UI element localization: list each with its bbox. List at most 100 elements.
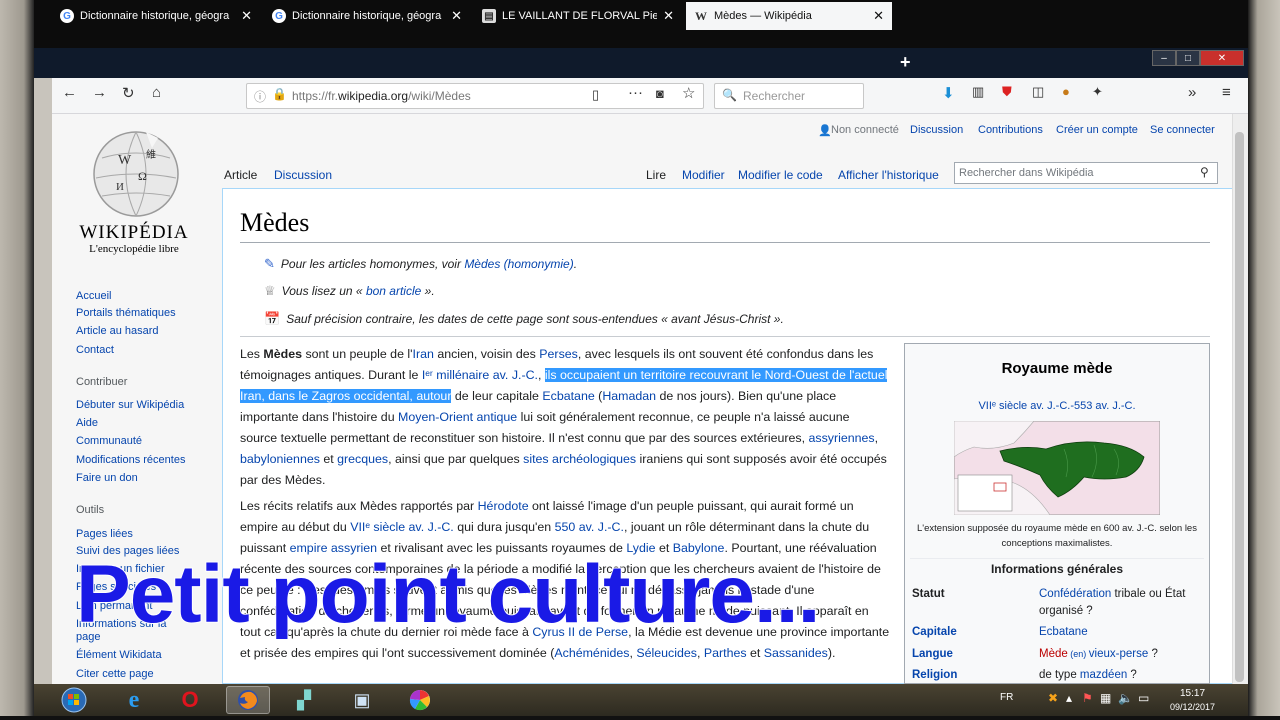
link-seleucides[interactable]: Séleucides xyxy=(636,646,697,660)
reader-view-icon[interactable]: ▯ xyxy=(592,87,599,103)
bookmark-star-icon[interactable]: ☆ xyxy=(682,84,695,102)
good-article-link[interactable]: bon article xyxy=(366,284,421,298)
new-tab-button[interactable]: + xyxy=(900,52,911,73)
infobox-period-link[interactable]: VIIᵉ siècle av. J.-C.-553 av. J.-C. xyxy=(904,400,1210,412)
wikipedia-wordmark[interactable]: WIKIPÉDIA xyxy=(74,222,194,244)
link-assyriennes[interactable]: assyriennes xyxy=(809,431,875,445)
infobox-label-language[interactable]: Langue xyxy=(912,648,953,660)
pocket-icon[interactable]: ◙ xyxy=(656,86,664,101)
link-parthes[interactable]: Parthes xyxy=(704,646,747,660)
browser-tab-3[interactable]: ▤ LE VAILLANT DE FLORVAL Pier ✕ xyxy=(474,2,682,30)
page-actions-icon[interactable]: ··· xyxy=(628,84,643,101)
overflow-chevron-icon[interactable]: » xyxy=(1188,84,1196,101)
link-sassanides[interactable]: Sassanides xyxy=(764,646,828,660)
browser-tab-2[interactable]: G Dictionnaire historique, géogra ✕ xyxy=(264,2,470,30)
link-mede-language[interactable]: Mède xyxy=(1039,648,1068,660)
firefox-icon[interactable] xyxy=(226,686,270,714)
link-550[interactable]: 550 av. J.-C. xyxy=(555,520,624,534)
sidebar-item-wikidata[interactable]: Élément Wikidata xyxy=(76,649,162,661)
link-ecbatane[interactable]: Ecbatane xyxy=(542,389,594,403)
link-moyen-orient[interactable]: Moyen-Orient antique xyxy=(398,410,517,424)
maximize-window-button[interactable]: □ xyxy=(1176,50,1200,66)
ublock-shield-icon[interactable]: ⛊ xyxy=(1002,84,1012,100)
wiki-search-input[interactable]: Rechercher dans Wikipédia xyxy=(954,162,1218,184)
infobox-label-religion[interactable]: Religion xyxy=(912,669,957,681)
link-confederation[interactable]: Confédération xyxy=(1039,588,1111,600)
minimize-window-button[interactable]: – xyxy=(1152,50,1176,66)
tab-article[interactable]: Article xyxy=(224,168,257,182)
back-arrow-icon[interactable]: ← xyxy=(62,84,77,101)
link-sites-archeologiques[interactable]: sites archéologiques xyxy=(523,452,636,466)
extension-monkey-icon[interactable]: ● xyxy=(1062,84,1070,99)
tab-edit-source[interactable]: Modifier le code xyxy=(738,168,823,182)
close-tab-icon[interactable]: ✕ xyxy=(241,8,252,24)
extension-puzzle-icon[interactable]: ✦ xyxy=(1092,84,1103,100)
sidebar-item-donate[interactable]: Faire un don xyxy=(76,472,138,484)
clock-time[interactable]: 15:17 xyxy=(1180,688,1205,699)
link-millenaire[interactable]: Iᵉʳ millénaire av. J.-C. xyxy=(422,368,538,382)
picasa-app-icon[interactable] xyxy=(398,686,442,714)
download-icon[interactable]: ⬇ xyxy=(942,84,955,102)
tab-edit[interactable]: Modifier xyxy=(682,168,725,182)
action-center-icon[interactable]: ▭ xyxy=(1138,691,1149,705)
link-perses[interactable]: Perses xyxy=(539,347,578,361)
link-ecbatane-infobox[interactable]: Ecbatane xyxy=(1039,626,1088,638)
user-discussion-link[interactable]: Discussion xyxy=(910,124,963,136)
sidebar-item-portals[interactable]: Portails thématiques xyxy=(76,307,176,319)
homonymy-link[interactable]: Mèdes (homonymie) xyxy=(464,257,573,271)
infobox-label-capital[interactable]: Capitale xyxy=(912,626,957,638)
hamburger-menu-icon[interactable]: ≡ xyxy=(1222,84,1231,101)
home-icon[interactable]: ⌂ xyxy=(152,84,161,101)
link-babyloniennes[interactable]: babyloniennes xyxy=(240,452,320,466)
info-icon[interactable]: ⓘ xyxy=(254,88,266,105)
link-vieux-perse[interactable]: vieux-perse xyxy=(1089,648,1148,660)
tab-history[interactable]: Afficher l'historique xyxy=(838,168,939,182)
sidebar-item-cite[interactable]: Citer cette page xyxy=(76,668,154,680)
tab-read[interactable]: Lire xyxy=(646,168,666,182)
sidebar-item-home[interactable]: Accueil xyxy=(76,290,111,302)
user-contributions-link[interactable]: Contributions xyxy=(978,124,1043,136)
input-language-indicator[interactable]: FR xyxy=(1000,692,1013,703)
sidebar-item-recent-changes[interactable]: Modifications récentes xyxy=(76,454,185,466)
opera-icon[interactable]: O xyxy=(168,686,212,714)
scrollbar-thumb[interactable] xyxy=(1235,132,1244,682)
link-iran[interactable]: Iran xyxy=(413,347,434,361)
link-vii-siecle[interactable]: VIIᵉ siècle av. J.-C. xyxy=(350,520,454,534)
browser-tab-1[interactable]: G Dictionnaire historique, géogra ✕ xyxy=(52,2,260,30)
sidebar-icon[interactable]: ◫ xyxy=(1032,84,1044,100)
sidebar-item-contact[interactable]: Contact xyxy=(76,344,114,356)
link-grecques[interactable]: grecques xyxy=(337,452,388,466)
link-achemenides[interactable]: Achéménides xyxy=(554,646,629,660)
close-tab-icon[interactable]: ✕ xyxy=(873,8,884,24)
infobox-map-image[interactable] xyxy=(954,421,1160,515)
sidebar-item-what-links-here[interactable]: Pages liées xyxy=(76,528,133,540)
link-hamadan[interactable]: Hamadan xyxy=(602,389,656,403)
close-tab-icon[interactable]: ✕ xyxy=(663,8,674,24)
login-link[interactable]: Se connecter xyxy=(1150,124,1215,136)
wikipedia-globe-logo-icon[interactable]: W Ω И 維 xyxy=(86,128,186,220)
network-icon[interactable]: ▦ xyxy=(1100,691,1111,705)
browser-tab-active[interactable]: W Mèdes — Wikipédia ✕ xyxy=(686,2,892,30)
wiki-search-icon[interactable]: ⚲ xyxy=(1200,165,1209,179)
clock-date[interactable]: 09/12/2017 xyxy=(1170,702,1215,712)
notepad-app-icon[interactable]: ▞ xyxy=(282,686,326,714)
start-button[interactable] xyxy=(54,686,94,714)
sidebar-item-random[interactable]: Article au hasard xyxy=(76,325,159,337)
forward-arrow-icon[interactable]: → xyxy=(92,84,107,101)
volume-speaker-icon[interactable]: 🔈 xyxy=(1118,691,1133,705)
create-account-link[interactable]: Créer un compte xyxy=(1056,124,1138,136)
link-herodote[interactable]: Hérodote xyxy=(478,499,529,513)
url-text[interactable]: https://fr.wikipedia.org/wiki/Mèdes xyxy=(292,89,471,103)
tray-app-icon[interactable]: ✖ xyxy=(1048,691,1058,705)
link-mazdeen[interactable]: mazdéen xyxy=(1080,669,1127,681)
sidebar-item-getting-started[interactable]: Débuter sur Wikipédia xyxy=(76,399,184,411)
lock-icon[interactable]: 🔒 xyxy=(272,87,287,101)
tray-alert-flag-icon[interactable]: ⚑ xyxy=(1082,691,1093,705)
sidebar-item-community[interactable]: Communauté xyxy=(76,435,142,447)
tab-discussion[interactable]: Discussion xyxy=(274,168,332,182)
show-hidden-icons-chevron-icon[interactable]: ▴ xyxy=(1066,691,1072,705)
library-icon[interactable]: ▥ xyxy=(972,84,984,100)
sidebar-item-help[interactable]: Aide xyxy=(76,417,98,429)
paint-app-icon[interactable]: ▣ xyxy=(340,686,384,714)
close-tab-icon[interactable]: ✕ xyxy=(451,8,462,24)
